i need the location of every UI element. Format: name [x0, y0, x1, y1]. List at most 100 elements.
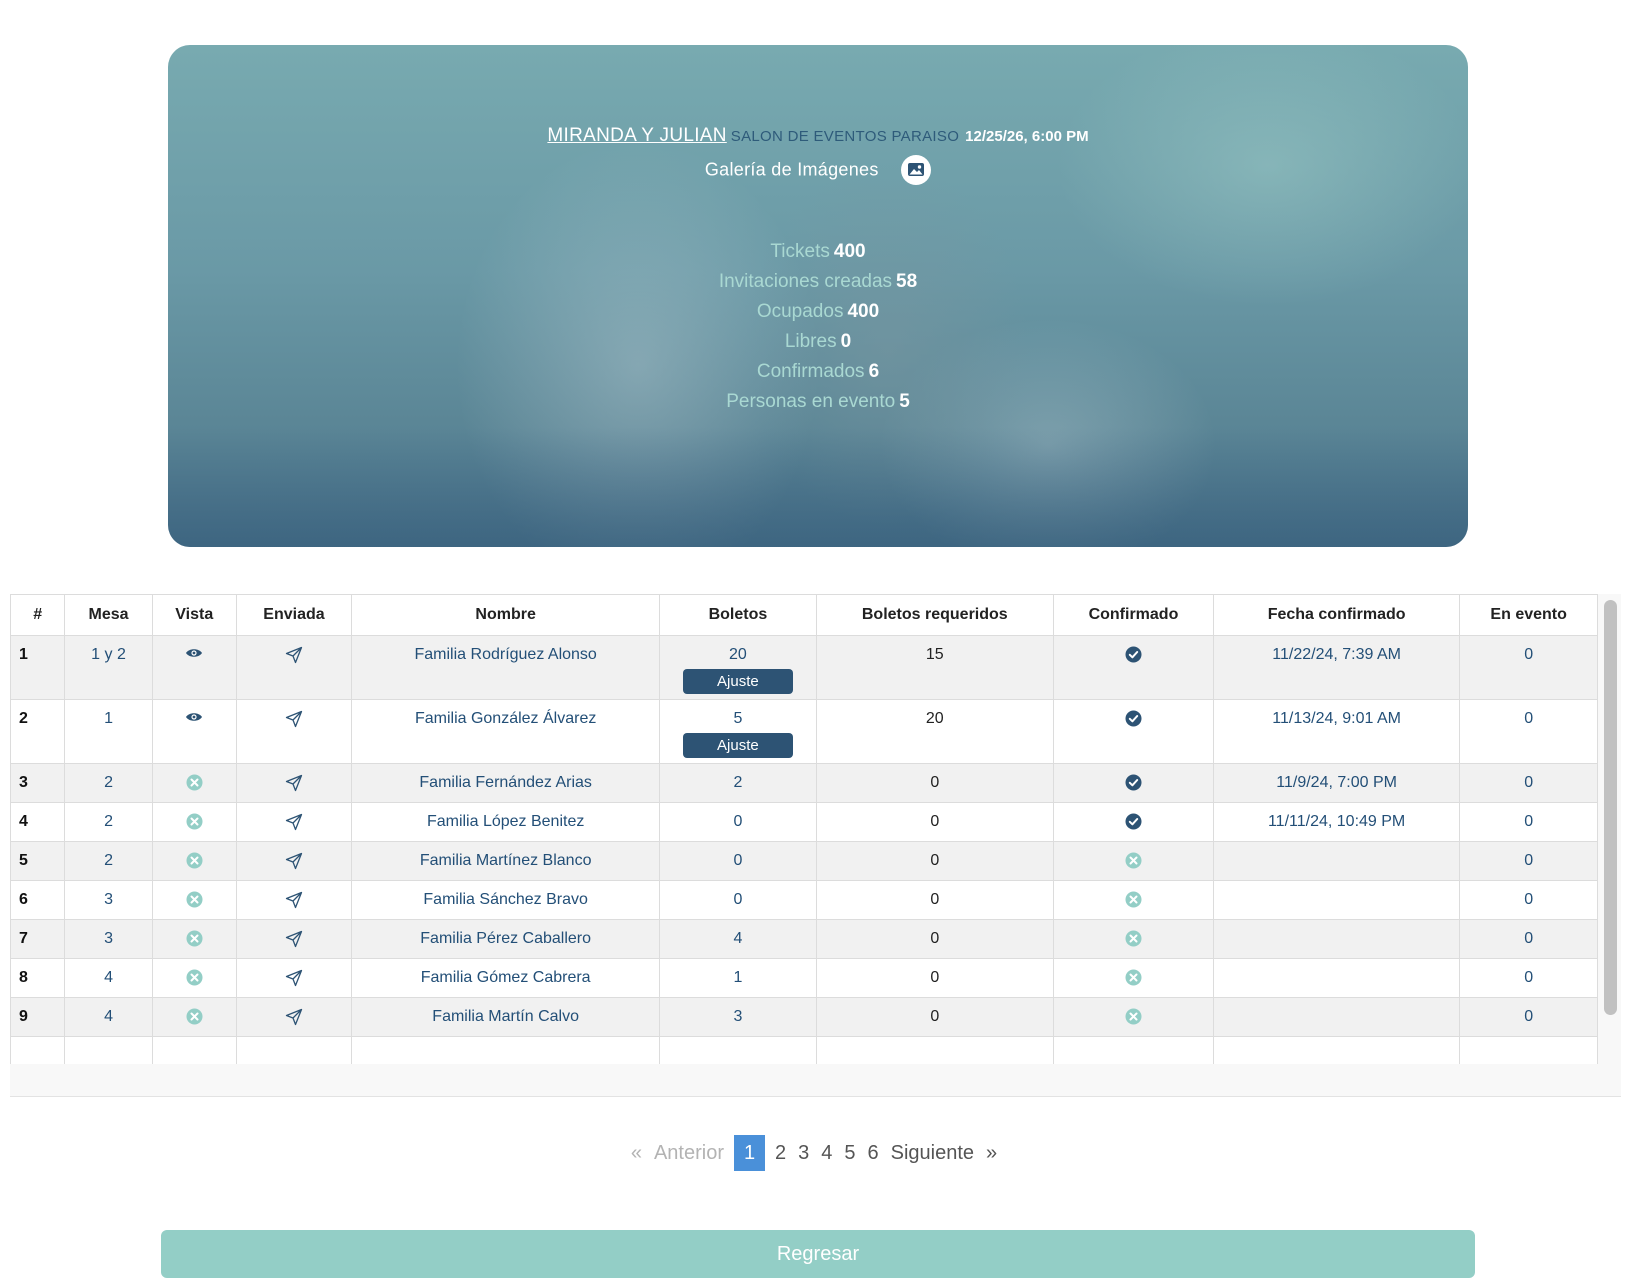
column-header[interactable]: Vista: [151, 594, 237, 636]
enviada-cell[interactable]: [235, 841, 353, 881]
vista-cell[interactable]: [151, 958, 237, 998]
page-6-button[interactable]: 6: [868, 1142, 879, 1165]
nombre-cell-value[interactable]: Familia Gómez Cabrera: [352, 959, 659, 987]
mesa-cell-value[interactable]: 1 y 2: [65, 636, 151, 664]
enviada-cell[interactable]: [235, 997, 353, 1037]
mesa-cell-value[interactable]: 3: [65, 920, 151, 948]
next-symbol[interactable]: »: [986, 1142, 997, 1165]
nombre-cell[interactable]: Familia Martínez Blanco: [351, 841, 661, 881]
mesa-cell[interactable]: 4: [64, 997, 153, 1037]
nombre-cell-value[interactable]: Familia López Benitez: [352, 803, 659, 831]
nombre-cell-value[interactable]: Familia Rodríguez Alonso: [352, 636, 659, 664]
send-icon[interactable]: [285, 891, 303, 914]
eye-icon[interactable]: [185, 710, 203, 728]
page-2-button[interactable]: 2: [775, 1142, 786, 1165]
ajuste-button[interactable]: Ajuste: [682, 733, 793, 758]
x-circle-icon[interactable]: [186, 1008, 203, 1030]
nombre-cell-value[interactable]: Familia Martín Calvo: [352, 998, 659, 1026]
page-1-button[interactable]: 1: [734, 1135, 765, 1171]
boletos-cell[interactable]: 3: [659, 997, 817, 1037]
vista-cell[interactable]: [151, 802, 237, 842]
nombre-cell[interactable]: Familia López Benitez: [351, 802, 661, 842]
nombre-cell[interactable]: Familia Fernández Arias: [351, 763, 661, 803]
nombre-cell[interactable]: Familia Gómez Cabrera: [351, 958, 661, 998]
next-page-button[interactable]: Siguiente: [891, 1142, 974, 1165]
boletos-cell[interactable]: 0: [659, 802, 817, 842]
image-icon[interactable]: [901, 155, 932, 185]
enviada-cell[interactable]: [235, 802, 353, 842]
enviada-cell[interactable]: [235, 958, 353, 998]
boletos-cell[interactable]: 0: [659, 841, 817, 881]
nombre-cell-value[interactable]: Familia Sánchez Bravo: [352, 881, 659, 909]
nombre-cell-value[interactable]: Familia Fernández Arias: [352, 764, 659, 792]
vista-cell[interactable]: [151, 635, 237, 700]
enviada-cell[interactable]: [235, 699, 353, 764]
send-icon[interactable]: [285, 969, 303, 992]
vista-cell[interactable]: [151, 699, 237, 764]
page-5-button[interactable]: 5: [844, 1142, 855, 1165]
mesa-cell[interactable]: 1 y 2: [64, 635, 153, 700]
boletos-cell-value[interactable]: 0: [660, 842, 815, 870]
mesa-cell-value[interactable]: 2: [65, 764, 151, 792]
boletos-cell[interactable]: 0: [659, 880, 817, 920]
column-header[interactable]: Enviada: [235, 594, 353, 636]
send-icon[interactable]: [285, 930, 303, 953]
vista-cell[interactable]: [151, 880, 237, 920]
ajuste-button[interactable]: Ajuste: [682, 669, 793, 694]
column-header[interactable]: #: [10, 594, 66, 636]
back-button[interactable]: Regresar: [161, 1230, 1475, 1278]
boletos-cell-value[interactable]: 3: [660, 998, 815, 1026]
mesa-cell[interactable]: 2: [64, 763, 153, 803]
boletos-value[interactable]: 5: [660, 710, 815, 728]
mesa-cell-value[interactable]: 1: [65, 700, 151, 728]
mesa-cell-value[interactable]: 2: [65, 842, 151, 870]
send-icon[interactable]: [285, 774, 303, 797]
nombre-cell[interactable]: Familia Rodríguez Alonso: [351, 635, 661, 700]
page-3-button[interactable]: 3: [798, 1142, 809, 1165]
boletos-cell-value[interactable]: 0: [660, 803, 815, 831]
mesa-cell-value[interactable]: 4: [65, 959, 151, 987]
eye-icon[interactable]: [185, 646, 203, 664]
boletos-value[interactable]: 20: [660, 646, 815, 664]
mesa-cell-value[interactable]: 4: [65, 998, 151, 1026]
boletos-cell[interactable]: 2: [659, 763, 817, 803]
x-circle-icon[interactable]: [186, 969, 203, 991]
boletos-cell-value[interactable]: 0: [660, 881, 815, 909]
column-header[interactable]: Boletos requeridos: [815, 594, 1055, 636]
vista-cell[interactable]: [151, 997, 237, 1037]
boletos-cell[interactable]: 4: [659, 919, 817, 959]
mesa-cell-value[interactable]: 3: [65, 881, 151, 909]
nombre-cell[interactable]: Familia Sánchez Bravo: [351, 880, 661, 920]
event-title-link[interactable]: MIRANDA Y JULIAN: [547, 125, 726, 146]
column-header[interactable]: En evento: [1459, 594, 1598, 636]
page-4-button[interactable]: 4: [821, 1142, 832, 1165]
nombre-cell-value[interactable]: Familia González Álvarez: [352, 700, 659, 728]
vista-cell[interactable]: [151, 763, 237, 803]
boletos-cell[interactable]: 5 Ajuste: [659, 699, 817, 764]
boletos-cell-value[interactable]: 2: [660, 764, 815, 792]
column-header[interactable]: Nombre: [351, 594, 661, 636]
nombre-cell[interactable]: Familia Pérez Caballero: [351, 919, 661, 959]
column-header[interactable]: Confirmado: [1053, 594, 1214, 636]
vista-cell[interactable]: [151, 841, 237, 881]
mesa-cell[interactable]: 2: [64, 841, 153, 881]
send-icon[interactable]: [285, 1008, 303, 1031]
column-header[interactable]: Boletos: [659, 594, 817, 636]
boletos-cell[interactable]: 20 Ajuste: [659, 635, 817, 700]
vista-cell[interactable]: [151, 919, 237, 959]
boletos-cell-value[interactable]: 1: [660, 959, 815, 987]
enviada-cell[interactable]: [235, 763, 353, 803]
prev-page-button[interactable]: Anterior: [654, 1142, 724, 1165]
mesa-cell-value[interactable]: 2: [65, 803, 151, 831]
send-icon[interactable]: [285, 646, 303, 669]
x-circle-icon[interactable]: [186, 852, 203, 874]
mesa-cell[interactable]: 3: [64, 880, 153, 920]
mesa-cell[interactable]: 1: [64, 699, 153, 764]
table-scrollbar-thumb[interactable]: [1604, 600, 1617, 1015]
mesa-cell[interactable]: 3: [64, 919, 153, 959]
nombre-cell-value[interactable]: Familia Martínez Blanco: [352, 842, 659, 870]
column-header[interactable]: Fecha confirmado: [1212, 594, 1461, 636]
mesa-cell[interactable]: 4: [64, 958, 153, 998]
enviada-cell[interactable]: [235, 919, 353, 959]
send-icon[interactable]: [285, 813, 303, 836]
